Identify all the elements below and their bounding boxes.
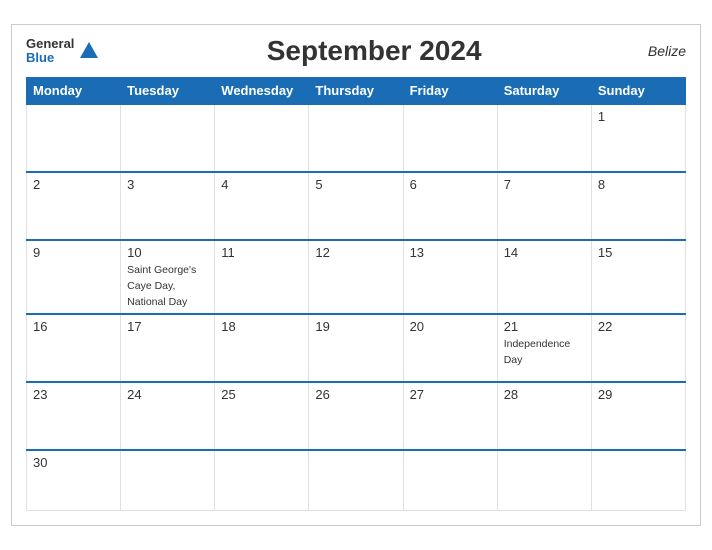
day-number: 8 [598, 177, 679, 192]
calendar-cell: 22 [591, 314, 685, 382]
calendar-cell: 3 [121, 172, 215, 240]
day-number: 28 [504, 387, 585, 402]
calendar-cell [27, 104, 121, 172]
day-number: 22 [598, 319, 679, 334]
calendar-header: General Blue September 2024 Belize [26, 35, 686, 67]
calendar-week-row: 2345678 [27, 172, 686, 240]
calendar-cell [121, 104, 215, 172]
day-number: 16 [33, 319, 114, 334]
calendar-cell: 9 [27, 240, 121, 314]
day-number: 5 [315, 177, 396, 192]
day-number: 3 [127, 177, 208, 192]
calendar-cell: 10 Saint George's Caye Day, National Day [121, 240, 215, 314]
calendar-cell [215, 104, 309, 172]
calendar-cell: 8 [591, 172, 685, 240]
day-number: 4 [221, 177, 302, 192]
calendar-title: September 2024 [100, 35, 647, 67]
day-number: 10 [127, 245, 208, 260]
col-header-friday: Friday [403, 78, 497, 105]
calendar-cell: 2 [27, 172, 121, 240]
calendar-week-row: 1 [27, 104, 686, 172]
calendar-cell: 27 [403, 382, 497, 450]
calendar-cell [309, 450, 403, 510]
day-number: 18 [221, 319, 302, 334]
day-number: 26 [315, 387, 396, 402]
logo-icon [78, 40, 100, 62]
calendar-cell [591, 450, 685, 510]
day-number: 6 [410, 177, 491, 192]
calendar-cell [309, 104, 403, 172]
country-label: Belize [648, 43, 686, 59]
calendar-cell: 18 [215, 314, 309, 382]
calendar-cell: 4 [215, 172, 309, 240]
calendar-cell: 6 [403, 172, 497, 240]
calendar-cell: 15 [591, 240, 685, 314]
calendar-cell: 30 [27, 450, 121, 510]
calendar-header-row: MondayTuesdayWednesdayThursdayFridaySatu… [27, 78, 686, 105]
day-number: 23 [33, 387, 114, 402]
calendar-cell: 26 [309, 382, 403, 450]
day-number: 20 [410, 319, 491, 334]
event-text: Saint George's Caye Day, National Day [127, 264, 196, 307]
logo: General Blue [26, 37, 100, 66]
calendar-container: General Blue September 2024 Belize Monda… [11, 24, 701, 525]
calendar-cell: 25 [215, 382, 309, 450]
logo-general-text: General [26, 37, 74, 51]
calendar-cell [215, 450, 309, 510]
day-number: 21 [504, 319, 585, 334]
calendar-cell: 23 [27, 382, 121, 450]
day-number: 7 [504, 177, 585, 192]
calendar-cell [121, 450, 215, 510]
day-number: 30 [33, 455, 114, 470]
calendar-cell: 13 [403, 240, 497, 314]
day-number: 24 [127, 387, 208, 402]
calendar-cell [497, 450, 591, 510]
calendar-cell: 24 [121, 382, 215, 450]
calendar-cell: 12 [309, 240, 403, 314]
col-header-wednesday: Wednesday [215, 78, 309, 105]
day-number: 19 [315, 319, 396, 334]
calendar-cell [403, 104, 497, 172]
calendar-week-row: 9 10 Saint George's Caye Day, National Day… [27, 240, 686, 314]
calendar-table: MondayTuesdayWednesdayThursdayFridaySatu… [26, 77, 686, 510]
calendar-week-row: 16 17 18 19 20 21 Independence Day 22 [27, 314, 686, 382]
logo-blue-text: Blue [26, 51, 74, 65]
day-number: 27 [410, 387, 491, 402]
col-header-sunday: Sunday [591, 78, 685, 105]
calendar-week-row: 30 [27, 450, 686, 510]
event-text: Independence Day [504, 338, 571, 366]
calendar-cell [497, 104, 591, 172]
calendar-cell: 7 [497, 172, 591, 240]
day-number: 14 [504, 245, 585, 260]
calendar-week-row: 23 24 25 26 27 28 29 [27, 382, 686, 450]
day-number: 15 [598, 245, 679, 260]
calendar-cell: 28 [497, 382, 591, 450]
calendar-cell: 20 [403, 314, 497, 382]
calendar-cell [403, 450, 497, 510]
calendar-cell: 14 [497, 240, 591, 314]
col-header-saturday: Saturday [497, 78, 591, 105]
calendar-cell: 17 [121, 314, 215, 382]
day-number: 17 [127, 319, 208, 334]
col-header-monday: Monday [27, 78, 121, 105]
day-number: 1 [598, 109, 679, 124]
calendar-cell: 16 [27, 314, 121, 382]
calendar-cell: 11 [215, 240, 309, 314]
calendar-cell: 1 [591, 104, 685, 172]
day-number: 29 [598, 387, 679, 402]
day-number: 9 [33, 245, 114, 260]
day-number: 25 [221, 387, 302, 402]
day-number: 11 [221, 245, 302, 260]
calendar-cell: 5 [309, 172, 403, 240]
calendar-cell: 29 [591, 382, 685, 450]
day-number: 2 [33, 177, 114, 192]
calendar-cell: 21 Independence Day [497, 314, 591, 382]
day-number: 13 [410, 245, 491, 260]
col-header-thursday: Thursday [309, 78, 403, 105]
day-number: 12 [315, 245, 396, 260]
calendar-cell: 19 [309, 314, 403, 382]
col-header-tuesday: Tuesday [121, 78, 215, 105]
